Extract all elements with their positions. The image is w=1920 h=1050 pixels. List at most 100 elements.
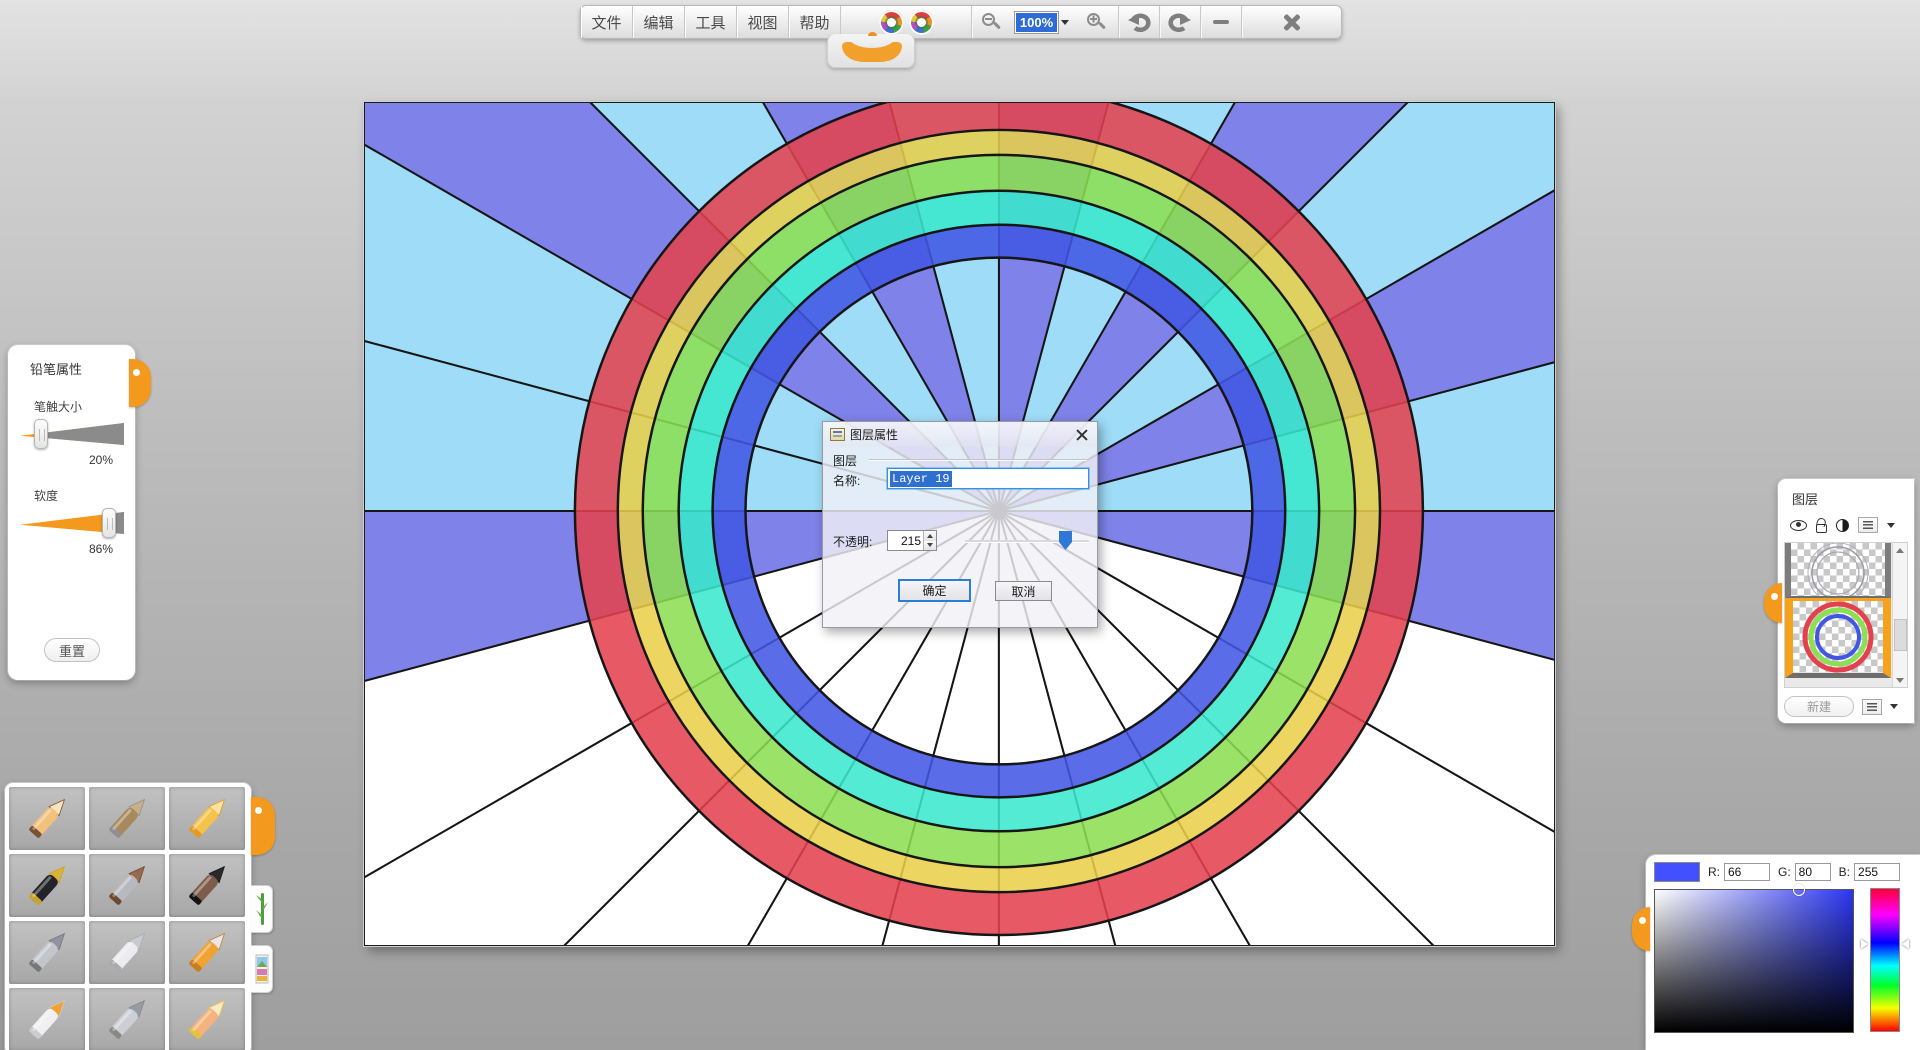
paint-knife-icon [100, 926, 154, 980]
scroll-down-button[interactable] [1893, 673, 1908, 687]
brush-size-value: 20% [20, 453, 113, 467]
zoom-level-select[interactable]: 100% [1010, 6, 1074, 38]
zoom-out-button[interactable] [972, 6, 1010, 38]
selected-text: Layer 19 [890, 471, 952, 487]
close-button[interactable] [1242, 6, 1341, 38]
reset-button[interactable]: 重置 [44, 638, 100, 662]
bamboo-stamp-tab[interactable] [251, 885, 273, 933]
minimize-button[interactable] [1201, 6, 1241, 38]
chevron-down-icon[interactable] [1887, 523, 1895, 528]
spinner-arrows [923, 531, 936, 550]
layer-list [1784, 542, 1908, 688]
layer-thumbnail-top[interactable] [1785, 543, 1891, 598]
layers-panel-footer: 新建 [1784, 696, 1908, 717]
tool-fountain-pen[interactable] [9, 854, 85, 917]
clown-logo [841, 6, 971, 38]
clown-chin-tab [827, 34, 915, 68]
g-label: G: [1778, 865, 1791, 879]
group-separator [869, 459, 1087, 460]
tool-leaf-knife[interactable] [89, 988, 165, 1050]
airbrush-icon [20, 926, 74, 980]
scrollbar-thumb[interactable] [1894, 619, 1907, 651]
softness-slider[interactable] [20, 508, 124, 538]
menu-item-2[interactable]: 工具 [685, 6, 737, 38]
picture-stamp-tab[interactable] [251, 945, 273, 993]
tool-airbrush[interactable] [9, 921, 85, 984]
opacity-label: 不透明: [833, 533, 872, 550]
slider-track [41, 423, 124, 445]
cancel-button[interactable]: 取消 [995, 581, 1052, 601]
opacity-value: 215 [888, 531, 923, 550]
charcoal-pencil-icon [100, 792, 154, 846]
blend-halfcircle-icon[interactable] [1836, 519, 1849, 532]
tool-paint-brush[interactable] [89, 854, 165, 917]
chevron-down-icon[interactable] [1890, 704, 1898, 709]
clown-left-eye-icon [879, 10, 904, 35]
magnifier-minus-icon [982, 13, 1001, 32]
unlock-icon[interactable] [1816, 524, 1827, 533]
menu-item-1[interactable]: 编辑 [633, 6, 685, 38]
panel-drag-grip[interactable] [1632, 907, 1650, 951]
spin-down-button[interactable] [924, 541, 936, 551]
opacity-slider[interactable] [965, 530, 1089, 552]
crayon-icon [180, 792, 234, 846]
panel-drag-grip[interactable] [129, 359, 151, 407]
clown-right-eye-icon [909, 10, 934, 35]
b-input[interactable] [1854, 863, 1900, 881]
tool-paint-knife[interactable] [89, 921, 165, 984]
pencil-jar-icon [20, 993, 74, 1047]
spin-up-button[interactable] [924, 531, 936, 541]
tool-crayon[interactable] [169, 787, 245, 850]
visibility-eye-icon[interactable] [1790, 520, 1807, 531]
softness-value: 86% [20, 542, 113, 556]
zoom-in-button[interactable] [1074, 6, 1118, 38]
tool-pencil[interactable] [9, 787, 85, 850]
hue-marker-right-icon[interactable] [1902, 939, 1909, 949]
sv-cursor-icon[interactable] [1793, 884, 1805, 896]
tool-eraser[interactable] [169, 988, 245, 1050]
scroll-down-icon [1896, 678, 1904, 683]
panel-drag-grip[interactable] [1764, 583, 1782, 623]
layer-group-label: 图层 [833, 452, 857, 469]
undo-button[interactable] [1119, 6, 1159, 38]
new-layer-button[interactable]: 新建 [1784, 696, 1854, 717]
hue-marker-left-icon[interactable] [1861, 939, 1868, 949]
dialog-titlebar[interactable]: 图层属性 [823, 422, 1097, 447]
ok-button[interactable]: 确定 [898, 579, 971, 602]
tool-ink-brush[interactable] [169, 854, 245, 917]
leaf-knife-icon [100, 993, 154, 1047]
hue-strip[interactable] [1870, 888, 1900, 1032]
brush-size-slider-thumb[interactable] [34, 419, 48, 449]
tool-paint-roller[interactable] [169, 921, 245, 984]
redo-button[interactable] [1160, 6, 1200, 38]
layer-menu-button[interactable] [1858, 517, 1878, 533]
opacity-spinbox[interactable]: 215 [887, 530, 937, 551]
menu-bars-icon [1867, 703, 1877, 711]
zoom-level-value: 100% [1015, 12, 1058, 33]
softness-slider-thumb[interactable] [102, 508, 116, 538]
tool-charcoal-pencil[interactable] [89, 787, 165, 850]
ink-brush-icon [180, 859, 234, 913]
opacity-slider-thumb[interactable] [1059, 531, 1072, 550]
g-input[interactable] [1795, 863, 1831, 881]
dialog-close-icon[interactable] [1074, 427, 1090, 443]
saturation-value-box[interactable] [1654, 889, 1854, 1033]
list-menu-button[interactable] [1862, 699, 1882, 715]
layer-thumbnail-selected[interactable] [1785, 598, 1891, 678]
layer-list-scrollbar[interactable] [1892, 543, 1907, 687]
layer-name-input[interactable]: Layer 19 [887, 468, 1089, 489]
menu-strip: 文件编辑工具视图帮助 [581, 6, 841, 38]
tool-pencil-jar[interactable] [9, 988, 85, 1050]
brush-size-slider[interactable] [20, 419, 124, 449]
r-input[interactable] [1724, 863, 1770, 881]
menu-item-3[interactable]: 视图 [737, 6, 789, 38]
menu-item-0[interactable]: 文件 [581, 6, 633, 38]
current-color-swatch [1654, 862, 1700, 882]
b-label: B: [1839, 865, 1850, 879]
pencil-panel-title: 铅笔属性 [30, 359, 123, 378]
paint-roller-icon [180, 926, 234, 980]
panel-drag-grip[interactable] [251, 797, 275, 855]
color-picker-panel: R: G: B: [1646, 855, 1920, 1050]
scroll-up-button[interactable] [1893, 543, 1908, 557]
chevron-down-icon [1061, 20, 1069, 25]
